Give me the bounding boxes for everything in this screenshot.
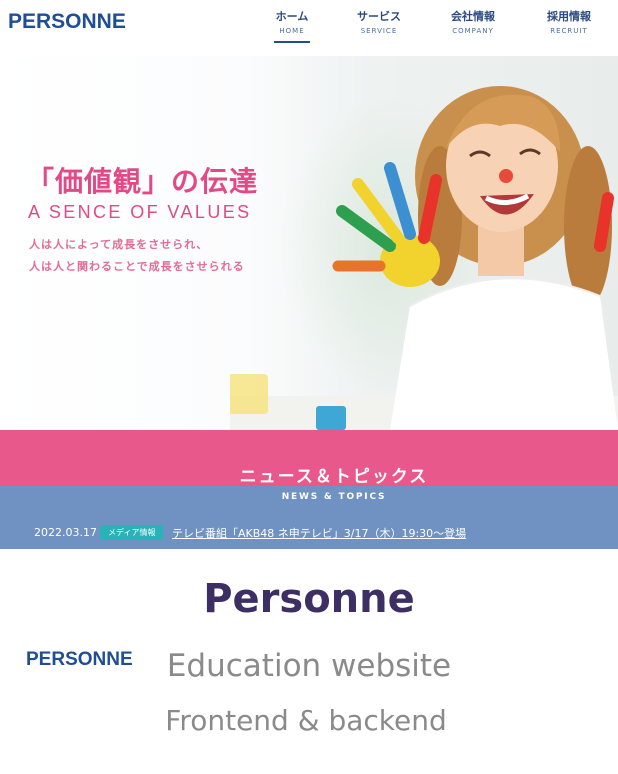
hero-section: 「価値観」の伝達 A SENCE OF VALUES 人は人によって成長をさせら…	[0, 56, 618, 430]
hero-title-english: A SENCE OF VALUES	[28, 202, 252, 222]
nav-item-home[interactable]: ホーム HOME	[270, 10, 314, 43]
news-section-title: ニュース＆トピックス	[239, 467, 429, 487]
nav-item-label-jp: サービス	[357, 10, 401, 23]
news-item-date: 2022.03.17	[34, 526, 97, 539]
nav-item-label-en: COMPANY	[452, 27, 494, 35]
nav-item-label-jp: 採用情報	[547, 10, 591, 23]
nav-item-recruit[interactable]: 採用情報 RECRUIT	[540, 10, 598, 37]
news-item[interactable]: 2022.03.17 メディア情報 テレビ番組「AKB48 ネ申テレビ」3/17…	[34, 524, 594, 542]
news-category-badge: メディア情報	[100, 525, 164, 540]
nav-item-label-jp: 会社情報	[451, 10, 495, 23]
nav-item-label-jp: ホーム	[275, 10, 309, 23]
site-header: PERSONNE ホーム HOME サービス SERVICE 会社情報 COMP…	[0, 0, 618, 56]
hero-subtitle-line: 人は人と関わることで成長をさせられる	[29, 260, 245, 273]
nav-item-company[interactable]: 会社情報 COMPANY	[443, 10, 503, 37]
nav-item-label-en: SERVICE	[360, 27, 398, 35]
hero-title: 「価値観」の伝達	[26, 165, 259, 198]
hero-subtitle: 人は人によって成長をさせられ、 人は人と関わることで成長をさせられる	[29, 234, 245, 278]
nav-active-underline	[274, 41, 310, 43]
news-item-link[interactable]: テレビ番組「AKB48 ネ申テレビ」3/17（木）19:30～登場	[172, 525, 466, 541]
hero-subtitle-line: 人は人によって成長をさせられ、	[29, 238, 209, 251]
nav-item-label-en: RECRUIT	[550, 27, 588, 35]
project-scope: Frontend & backend	[165, 704, 447, 737]
project-description: Education website	[166, 648, 452, 684]
project-title: Personne	[203, 576, 415, 622]
news-section-subtitle: NEWS & TOPICS	[281, 492, 387, 502]
nav-item-service[interactable]: サービス SERVICE	[350, 10, 408, 37]
nav-item-label-en: HOME	[279, 27, 305, 35]
hero-child-photo	[230, 86, 618, 430]
main-nav: ホーム HOME サービス SERVICE 会社情報 COMPANY 採用情報 …	[0, 10, 618, 50]
